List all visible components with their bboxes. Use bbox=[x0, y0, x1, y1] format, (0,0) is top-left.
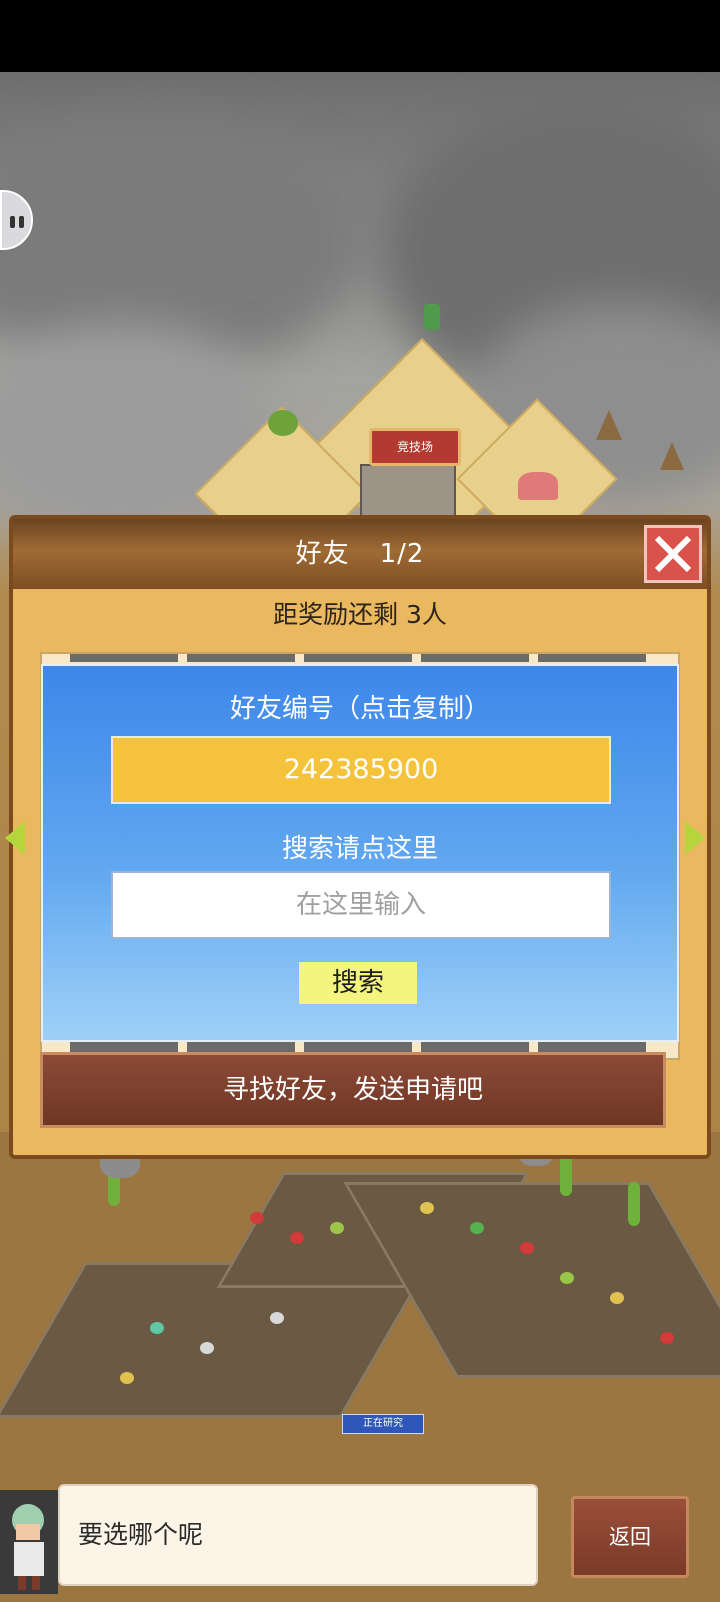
reward-remaining-text: 距奖励还剩 3人 bbox=[273, 600, 447, 629]
close-icon bbox=[654, 535, 692, 573]
crop bbox=[330, 1222, 344, 1234]
close-button[interactable] bbox=[644, 525, 702, 583]
cactus bbox=[628, 1182, 640, 1226]
search-label: 搜索请点这里 bbox=[281, 834, 438, 864]
npc-avatar bbox=[0, 1490, 58, 1594]
crop bbox=[660, 1332, 674, 1344]
crop bbox=[120, 1372, 134, 1384]
crop bbox=[200, 1342, 214, 1354]
research-status-label: 正在研究 bbox=[342, 1414, 424, 1434]
friend-slot[interactable] bbox=[538, 654, 646, 662]
crystal bbox=[518, 472, 558, 500]
panel-title: 好友 1/2 bbox=[13, 519, 707, 589]
arena-sign[interactable]: 竞技场 bbox=[369, 428, 461, 466]
status-bar bbox=[0, 0, 720, 72]
back-button[interactable]: 返回 bbox=[571, 1496, 689, 1578]
chat-dot-icon bbox=[19, 216, 24, 228]
character-sprite bbox=[424, 304, 440, 330]
friend-slot[interactable] bbox=[421, 654, 529, 662]
dialog-box: 要选哪个呢 bbox=[58, 1484, 538, 1586]
crop bbox=[470, 1222, 484, 1234]
crop bbox=[560, 1272, 574, 1284]
arena-tower[interactable] bbox=[360, 464, 456, 518]
crop bbox=[610, 1292, 624, 1304]
find-friends-button[interactable]: 寻找好友，发送申请吧 bbox=[40, 1052, 666, 1128]
crop bbox=[250, 1212, 264, 1224]
crop bbox=[270, 1312, 284, 1324]
friend-slot[interactable] bbox=[304, 654, 412, 662]
friend-slot[interactable] bbox=[187, 654, 295, 662]
friend-panel: 好友 1/2 距奖励还剩 3人 好友编号（点击复制） 242385900 搜索请点… bbox=[5, 515, 711, 1159]
friend-code-modal: 好友编号（点击复制） 242385900 搜索请点这里 搜索 bbox=[41, 664, 679, 1042]
shrub bbox=[268, 410, 298, 436]
prev-page-arrow-icon[interactable] bbox=[5, 821, 25, 855]
friend-id-copy-button[interactable]: 242385900 bbox=[111, 736, 611, 804]
search-button[interactable]: 搜索 bbox=[299, 962, 417, 1004]
friend-code-title: 好友编号（点击复制） bbox=[229, 694, 490, 724]
crop bbox=[520, 1242, 534, 1254]
panel-title-text: 好友 bbox=[295, 539, 350, 569]
chat-dot-icon bbox=[10, 216, 15, 228]
page-indicator: 1/2 bbox=[379, 539, 425, 569]
next-page-arrow-icon[interactable] bbox=[685, 821, 705, 855]
dialog-text: 要选哪个呢 bbox=[78, 1520, 204, 1549]
crop bbox=[150, 1322, 164, 1334]
search-input[interactable] bbox=[111, 871, 611, 939]
crop bbox=[290, 1232, 304, 1244]
crop bbox=[420, 1202, 434, 1214]
friend-slot[interactable] bbox=[70, 654, 178, 662]
